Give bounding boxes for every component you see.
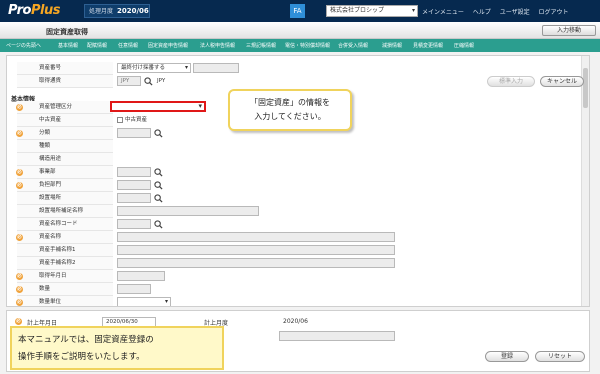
currency-input[interactable]: JPY — [117, 76, 141, 86]
asset-no-input[interactable] — [193, 63, 239, 73]
label-division: 事業部 — [17, 166, 113, 179]
posting-period-value: 2020/06 — [283, 318, 308, 325]
search-icon[interactable] — [144, 77, 153, 86]
register-button[interactable]: 登録 — [485, 351, 529, 362]
label-structure: 構造用途 — [17, 153, 113, 166]
search-icon[interactable] — [154, 220, 163, 229]
nav-item-compression[interactable]: 圧縮情報 — [454, 42, 474, 49]
label-department: 負担部門 — [17, 179, 113, 192]
category-input[interactable] — [117, 128, 151, 138]
link-user-settings[interactable]: ユーザ設定 — [500, 9, 530, 16]
label-type: 種類 — [17, 140, 113, 153]
label-asset-sub1: 資産手補名称1 — [17, 244, 113, 257]
location-input[interactable] — [117, 193, 151, 203]
checkbox-icon — [117, 116, 123, 123]
chevron-down-icon: ▾ — [198, 102, 202, 110]
chevron-down-icon: ▾ — [164, 298, 168, 305]
required-icon: 必 — [16, 273, 23, 280]
label-currency: 取得通貨 — [17, 75, 113, 88]
label-asset-no: 資産番号 — [17, 62, 113, 75]
nav-item-merger[interactable]: 合併受入情報 — [338, 42, 368, 49]
search-icon[interactable] — [154, 194, 163, 203]
instruction-callout: 「固定資産」の情報を 入力してください。 — [228, 89, 352, 131]
chevron-down-icon: ▾ — [184, 64, 188, 71]
label-quantity: 数量 — [17, 283, 113, 296]
nav-item-property-tax[interactable]: 固定資産申告情報 — [148, 42, 188, 49]
label-asset-sub2: 資産手補名称2 — [17, 257, 113, 270]
top-links: メインメニュー ヘルプ ユーザ設定 ログアウト — [422, 7, 576, 16]
nav-item-basic[interactable]: 基本情報 — [58, 42, 78, 49]
period-box: 処理月度 2020/06 — [84, 4, 150, 18]
posting-extra-input[interactable] — [279, 331, 395, 341]
asset-no-select[interactable]: 最終付け採番する ▾ — [117, 63, 191, 73]
nav-item-top[interactable]: ページの先頭へ — [6, 42, 41, 49]
label-asset-name: 資産名称 — [17, 231, 113, 244]
required-icon: 必 — [16, 169, 23, 176]
nav-item-corporate-tax[interactable]: 法人税申告情報 — [200, 42, 235, 49]
asset-sub1-input[interactable] — [117, 245, 395, 255]
chevron-down-icon: ▾ — [411, 7, 415, 14]
asset-name-input[interactable] — [117, 232, 395, 242]
required-icon: 必 — [16, 299, 23, 306]
search-icon[interactable] — [154, 168, 163, 177]
search-icon[interactable] — [154, 129, 163, 138]
label-category: 分類 — [17, 127, 113, 140]
asset-name-code-input[interactable] — [117, 219, 151, 229]
search-icon[interactable] — [154, 181, 163, 190]
label-asset-mgmt: 資産管理区分 — [17, 101, 113, 114]
page-title: 固定資産取得 — [46, 28, 88, 36]
currency-text: JPY — [157, 78, 166, 84]
link-logout[interactable]: ログアウト — [539, 9, 569, 16]
nav-item-impairment[interactable]: 減損情報 — [382, 42, 402, 49]
required-icon: 必 — [16, 234, 23, 241]
nav-item-book[interactable]: 三規記帳情報 — [246, 42, 276, 49]
entry-move-button[interactable]: 入力移動 — [542, 25, 596, 36]
section-nav: ページの先頭へ 基本情報 配賦情報 任意情報 固定資産申告情報 法人税申告情報 … — [0, 39, 600, 52]
asset-sub2-input[interactable] — [117, 258, 395, 268]
label-asset-name-code: 資産名称コード — [17, 218, 113, 231]
quantity-unit-select[interactable]: ▾ — [117, 297, 171, 306]
nav-item-allocation[interactable]: 配賦情報 — [87, 42, 107, 49]
app-logo: ProPlus — [8, 3, 60, 18]
location-note-input[interactable] — [117, 206, 259, 216]
required-icon: 必 — [16, 182, 23, 189]
department-input[interactable] — [117, 180, 151, 190]
quantity-input[interactable] — [117, 284, 151, 294]
top-bar: ProPlus 処理月度 2020/06 FA 株式会社プロシップ ▾ メインメニュ… — [0, 0, 600, 22]
nav-item-estimate[interactable]: 見積変更情報 — [413, 42, 443, 49]
label-acquire-date: 取得年月日 — [17, 270, 113, 283]
nav-item-depreciation[interactable]: 電信・特別償却情報 — [285, 42, 330, 49]
title-bar: 固定資産取得 入力移動 — [0, 22, 600, 39]
nav-item-optional[interactable]: 任意情報 — [118, 42, 138, 49]
scrollbar[interactable] — [581, 56, 589, 306]
company-select[interactable]: 株式会社プロシップ ▾ — [326, 5, 418, 17]
required-icon: 必 — [16, 104, 23, 111]
used-asset-checkbox[interactable]: 中古資産 — [117, 115, 147, 123]
manual-note: 本マニュアルでは、固定資産登録の 操作手順をご説明をいたします。 — [10, 326, 224, 370]
asset-mgmt-select[interactable]: ▾ — [110, 101, 206, 112]
label-used-asset: 中古資産 — [17, 114, 113, 127]
cancel-button[interactable]: キャンセル — [540, 76, 584, 87]
required-icon: 必 — [16, 286, 23, 293]
reset-button[interactable]: リセット — [535, 351, 585, 362]
division-input[interactable] — [117, 167, 151, 177]
template-button[interactable]: 標準入力 — [487, 76, 535, 87]
fa-badge: FA — [290, 4, 305, 18]
required-icon: 必 — [16, 130, 23, 137]
label-location: 設置場所 — [17, 192, 113, 205]
acquire-date-input[interactable] — [117, 271, 165, 281]
label-location-note: 設置場所補足名称 — [17, 205, 113, 218]
link-help[interactable]: ヘルプ — [473, 9, 491, 16]
required-icon: 必 — [15, 318, 22, 325]
label-quantity-unit: 数量単位 — [17, 296, 113, 306]
link-main-menu[interactable]: メインメニュー — [422, 9, 464, 16]
scroll-thumb[interactable] — [583, 68, 588, 108]
